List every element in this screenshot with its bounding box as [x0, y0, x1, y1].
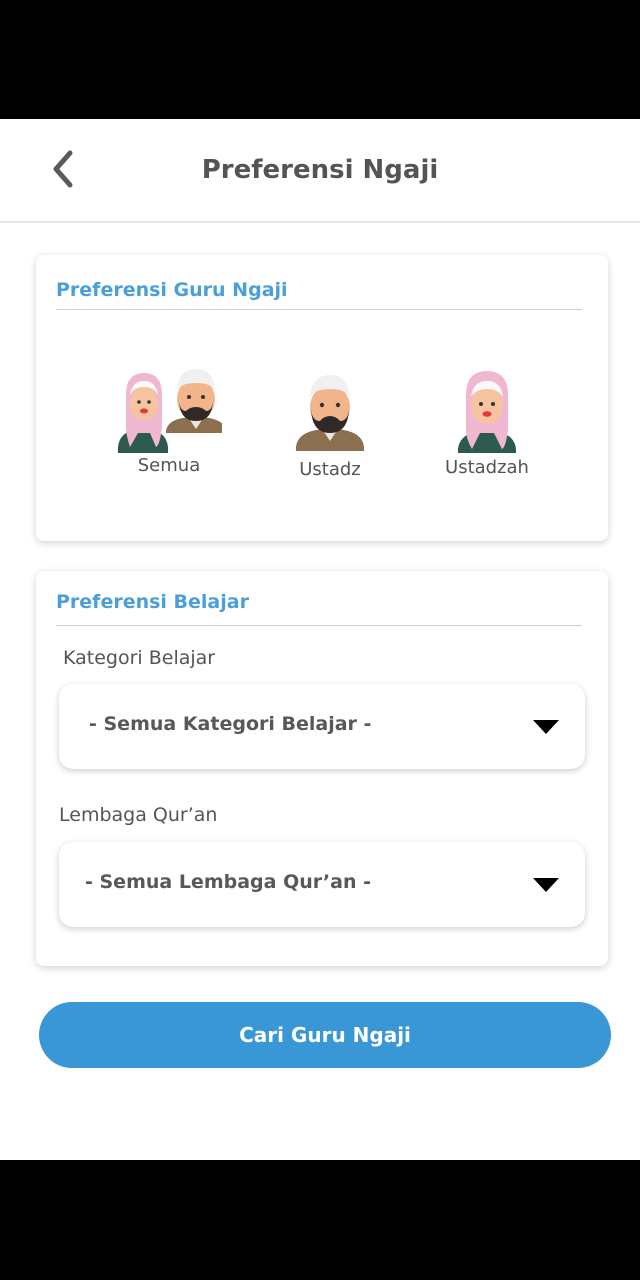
page-title: Preferensi Ngaji: [201, 155, 439, 185]
option-semua[interactable]: Semua: [116, 355, 226, 476]
lembaga-selected-value: - Semua Lembaga Qur’an -: [85, 871, 371, 893]
option-ustadzah[interactable]: Ustadzah: [432, 367, 542, 478]
app-header: Preferensi Ngaji: [0, 119, 640, 223]
guru-section-title: Preferensi Guru Ngaji: [56, 279, 288, 301]
caret-down-icon: [533, 878, 559, 892]
female-teacher-avatar-icon: [458, 371, 516, 453]
option-label-ustadzah: Ustadzah: [445, 457, 529, 478]
caret-down-icon: [533, 720, 559, 734]
lembaga-dropdown[interactable]: - Semua Lembaga Qur’an -: [59, 842, 585, 927]
lembaga-label: Lembaga Qur’an: [59, 804, 218, 826]
guru-preference-card: Preferensi Guru Ngaji Semua Ustadz Ustad…: [36, 255, 608, 541]
belajar-section-title: Preferensi Belajar: [56, 591, 249, 613]
option-label-ustadz: Ustadz: [299, 459, 361, 480]
section-divider: [56, 625, 582, 626]
screen: Preferensi Ngaji Preferensi Guru Ngaji S…: [0, 119, 640, 1160]
option-ustadz[interactable]: Ustadz: [290, 369, 370, 480]
status-bar-area: [0, 0, 640, 119]
section-divider: [56, 309, 582, 310]
navigation-bar-area: [0, 1160, 640, 1280]
kategori-dropdown[interactable]: - Semua Kategori Belajar -: [59, 684, 585, 769]
couple-avatar-icon: [118, 369, 226, 453]
search-teacher-button[interactable]: Cari Guru Ngaji: [39, 1002, 611, 1068]
kategori-label: Kategori Belajar: [63, 647, 216, 669]
belajar-preference-card: Preferensi Belajar Kategori Belajar - Se…: [36, 571, 608, 966]
option-label-semua: Semua: [137, 455, 201, 476]
male-teacher-avatar-icon: [296, 375, 364, 451]
kategori-selected-value: - Semua Kategori Belajar -: [89, 713, 372, 735]
